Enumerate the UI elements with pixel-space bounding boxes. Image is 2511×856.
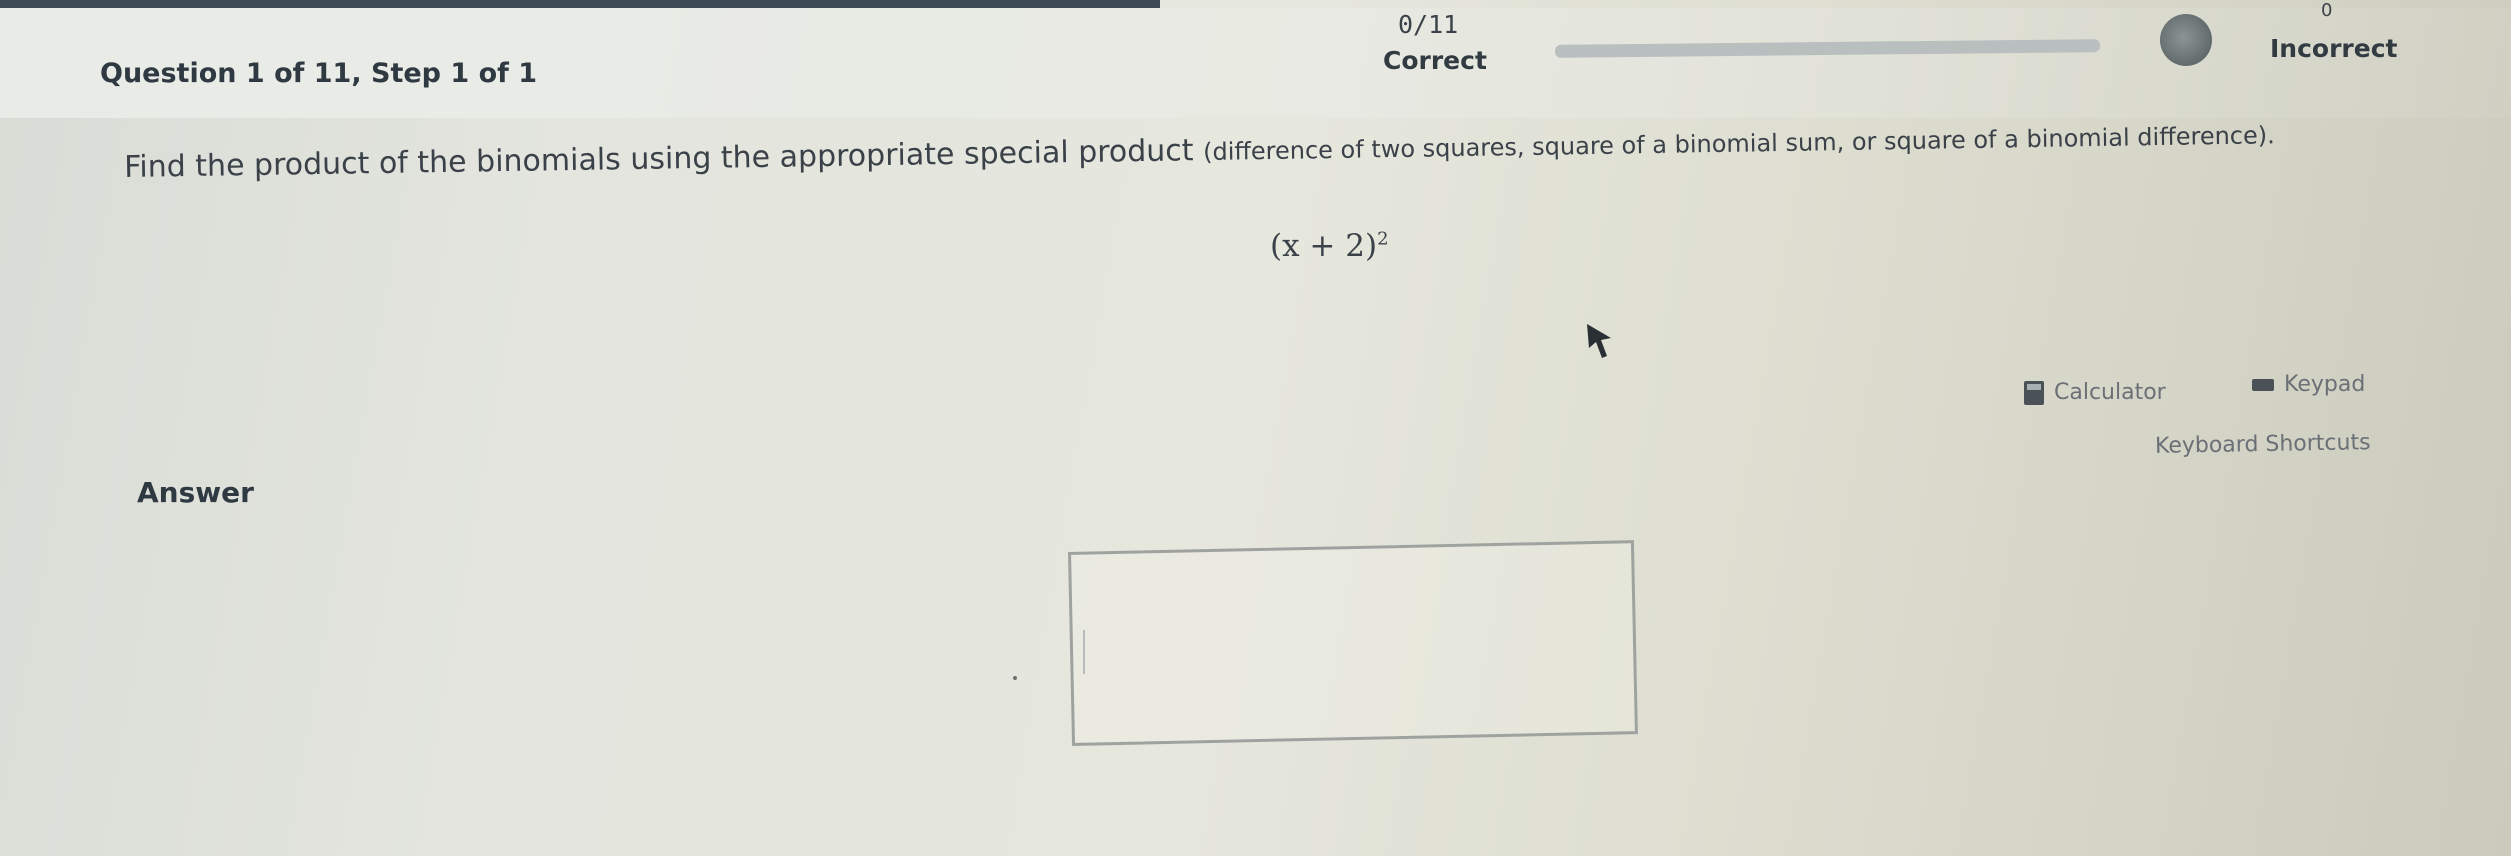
top-strip	[0, 0, 1160, 8]
instructions-parenthetical: (difference of two squares, square of a …	[1202, 121, 2275, 167]
keyboard-shortcuts-link[interactable]: Keyboard Shortcuts	[2155, 430, 2371, 459]
calculator-label: Calculator	[2054, 380, 2166, 405]
text-caret	[1083, 630, 1085, 674]
screen-speck	[1013, 676, 1017, 680]
incorrect-count: 0	[2321, 0, 2333, 21]
question-title: Question 1 of 11, Step 1 of 1	[100, 58, 538, 89]
calculator-icon	[2024, 380, 2044, 405]
answer-label: Answer	[137, 476, 254, 509]
expression-base: (x + 2)	[1270, 228, 1378, 264]
mouse-pointer-icon	[1587, 324, 1611, 358]
expression-exponent: 2	[1377, 228, 1389, 250]
question-instructions: Find the product of the binomials using …	[124, 116, 2275, 185]
incorrect-label: Incorrect	[2270, 34, 2398, 63]
calculator-button[interactable]: Calculator	[2024, 380, 2166, 405]
incorrect-indicator-icon	[2160, 14, 2212, 66]
keypad-label: Keypad	[2284, 372, 2366, 397]
keypad-button[interactable]: Keypad	[2252, 372, 2365, 397]
keypad-icon	[2252, 378, 2274, 391]
math-expression: (x + 2)2	[1270, 228, 1389, 264]
answer-input[interactable]	[1075, 560, 1624, 734]
score-count: 0/11	[1398, 10, 1459, 39]
correct-label: Correct	[1383, 46, 1487, 75]
instructions-main: Find the product of the binomials using …	[124, 133, 1204, 185]
